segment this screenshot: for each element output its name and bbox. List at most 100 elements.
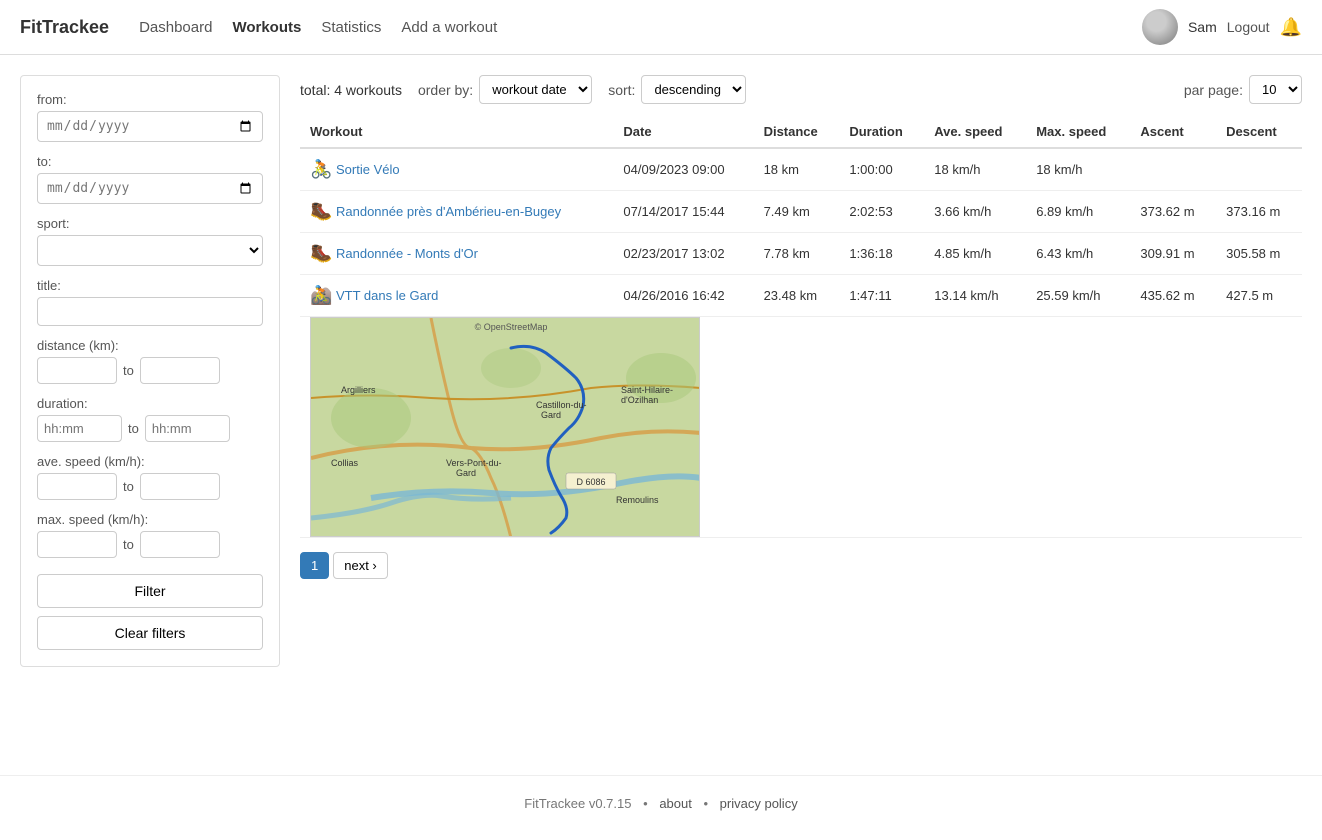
nav-dashboard[interactable]: Dashboard (139, 19, 212, 36)
workout-distance: 23.48 km (754, 275, 840, 317)
workout-max-speed: 6.89 km/h (1026, 191, 1130, 233)
table-header: Workout Date Distance Duration Ave. spee… (300, 116, 1302, 148)
sport-icon: 🥾 (310, 201, 332, 222)
svg-text:D 6086: D 6086 (576, 477, 605, 487)
workout-descent: 305.58 m (1216, 233, 1302, 275)
per-page-select[interactable]: 10 20 50 (1249, 75, 1302, 104)
notification-icon[interactable]: 🔔 (1280, 17, 1302, 38)
footer-dot-2: • (703, 796, 708, 811)
distance-range: to (37, 357, 263, 384)
order-by-select[interactable]: workout date distance duration ave. spee… (479, 75, 592, 104)
map-preview-row: D 6086 Argilliers Vers-Pont-du- Gard Cas… (300, 317, 1302, 538)
duration-range: to (37, 415, 263, 442)
distance-min[interactable] (37, 357, 117, 384)
sport-select[interactable] (37, 235, 263, 266)
ave-speed-max[interactable] (140, 473, 220, 500)
workout-link[interactable]: Randonnée - Monts d'Or (336, 246, 478, 261)
ave-speed-label: ave. speed (km/h): (37, 454, 263, 469)
workout-descent: 427.5 m (1216, 275, 1302, 317)
next-page-button[interactable]: next › (333, 552, 388, 579)
svg-text:Vers-Pont-du-: Vers-Pont-du- (446, 458, 502, 468)
svg-text:d'Ozilhan: d'Ozilhan (621, 395, 658, 405)
avatar[interactable] (1142, 9, 1178, 45)
nav-statistics[interactable]: Statistics (321, 19, 381, 36)
filter-sidebar: from: to: sport: title: distance (km): t… (20, 75, 280, 667)
filter-button[interactable]: Filter (37, 574, 263, 608)
col-workout: Workout (300, 116, 613, 148)
workout-date: 04/26/2016 16:42 (613, 275, 753, 317)
workout-link[interactable]: Sortie Vélo (336, 162, 400, 177)
workout-date: 04/09/2023 09:00 (613, 148, 753, 191)
distance-to: to (123, 363, 134, 378)
col-descent: Descent (1216, 116, 1302, 148)
workout-link[interactable]: VTT dans le Gard (336, 288, 438, 303)
max-speed-max[interactable] (140, 531, 220, 558)
navbar: FitTrackee Dashboard Workouts Statistics… (0, 0, 1322, 55)
title-input[interactable] (37, 297, 263, 326)
order-by-label: order by: (418, 82, 473, 98)
workout-duration: 1:00:00 (839, 148, 924, 191)
workout-link[interactable]: Randonnée près d'Ambérieu-en-Bugey (336, 204, 561, 219)
workout-max-speed: 6.43 km/h (1026, 233, 1130, 275)
total-count: total: 4 workouts (300, 82, 402, 98)
workouts-toolbar: total: 4 workouts order by: workout date… (300, 75, 1302, 104)
max-speed-to: to (123, 537, 134, 552)
duration-min[interactable] (37, 415, 122, 442)
table-row: 🥾 Randonnée - Monts d'Or 02/23/2017 13:0… (300, 233, 1302, 275)
per-page-label: par page: (1184, 82, 1243, 98)
sort-group: sort: descending ascending (608, 75, 746, 104)
table-body: 🚴 Sortie Vélo 04/09/2023 09:00 18 km 1:0… (300, 148, 1302, 538)
workout-max-speed: 25.59 km/h (1026, 275, 1130, 317)
footer-about-link[interactable]: about (659, 796, 692, 811)
svg-text:Gard: Gard (541, 410, 561, 420)
svg-text:Saint-Hilaire-: Saint-Hilaire- (621, 385, 673, 395)
sort-select[interactable]: descending ascending (641, 75, 746, 104)
duration-max[interactable] (145, 415, 230, 442)
col-ascent: Ascent (1130, 116, 1216, 148)
nav-right: Sam Logout 🔔 (1142, 9, 1302, 45)
to-date-field[interactable] (37, 173, 263, 204)
nav-workouts[interactable]: Workouts (232, 19, 301, 36)
workouts-main: total: 4 workouts order by: workout date… (300, 75, 1302, 735)
workout-date: 07/14/2017 15:44 (613, 191, 753, 233)
col-max-speed: Max. speed (1026, 116, 1130, 148)
workout-ascent (1130, 148, 1216, 191)
distance-max[interactable] (140, 357, 220, 384)
to-label: to: (37, 154, 263, 169)
footer-privacy-link[interactable]: privacy policy (720, 796, 798, 811)
workout-descent (1216, 148, 1302, 191)
workouts-table: Workout Date Distance Duration Ave. spee… (300, 116, 1302, 538)
sport-icon: 🚵 (310, 285, 332, 306)
clear-filters-button[interactable]: Clear filters (37, 616, 263, 650)
workout-ascent: 373.62 m (1130, 191, 1216, 233)
to-date-input[interactable] (46, 180, 254, 197)
logout-button[interactable]: Logout (1227, 19, 1270, 35)
sport-icon: 🥾 (310, 243, 332, 264)
from-date-input[interactable] (46, 118, 254, 135)
title-label: title: (37, 278, 263, 293)
page-1-button[interactable]: 1 (300, 552, 329, 579)
footer-brand: FitTrackee (524, 796, 585, 811)
nav-add-workout[interactable]: Add a workout (401, 19, 497, 36)
workout-duration: 2:02:53 (839, 191, 924, 233)
footer-dot-1: • (643, 796, 648, 811)
ave-speed-min[interactable] (37, 473, 117, 500)
brand-logo[interactable]: FitTrackee (20, 17, 109, 38)
workout-ascent: 309.91 m (1130, 233, 1216, 275)
nav-username: Sam (1188, 19, 1217, 35)
max-speed-range: to (37, 531, 263, 558)
workout-ave-speed: 13.14 km/h (924, 275, 1026, 317)
max-speed-min[interactable] (37, 531, 117, 558)
nav-links: Dashboard Workouts Statistics Add a work… (139, 19, 1142, 36)
footer-version: v0.7.15 (589, 796, 632, 811)
col-duration: Duration (839, 116, 924, 148)
from-label: from: (37, 92, 263, 107)
map-svg: D 6086 Argilliers Vers-Pont-du- Gard Cas… (311, 318, 700, 537)
from-date-field[interactable] (37, 111, 263, 142)
svg-text:Collias: Collias (331, 458, 359, 468)
workout-descent: 373.16 m (1216, 191, 1302, 233)
workout-max-speed: 18 km/h (1026, 148, 1130, 191)
duration-label: duration: (37, 396, 263, 411)
sort-label: sort: (608, 82, 635, 98)
table-row: 🥾 Randonnée près d'Ambérieu-en-Bugey 07/… (300, 191, 1302, 233)
